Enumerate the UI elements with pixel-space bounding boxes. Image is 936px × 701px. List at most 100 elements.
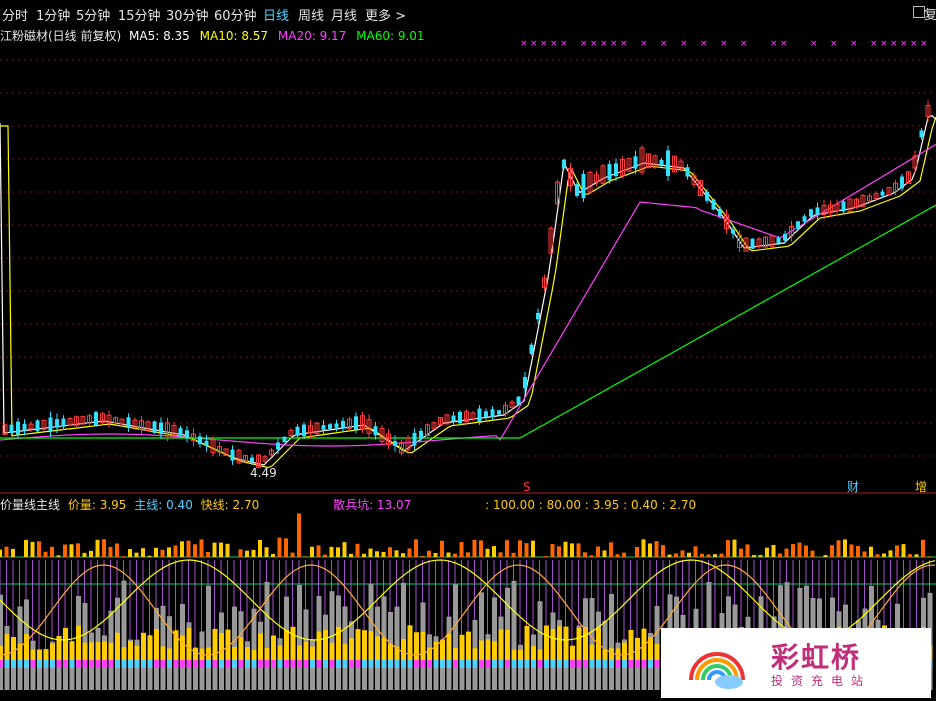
flow-bar bbox=[225, 660, 231, 668]
flow-bar bbox=[251, 660, 257, 668]
candle-body bbox=[919, 130, 924, 138]
flow-bar bbox=[427, 660, 432, 668]
strength-bar bbox=[115, 632, 120, 660]
flow-bar bbox=[440, 660, 445, 668]
flow-bar bbox=[284, 660, 289, 668]
sub-title: 价量线主线 bbox=[0, 498, 61, 512]
flow-bar bbox=[63, 660, 68, 668]
strength-bar bbox=[628, 629, 634, 660]
flow-bar bbox=[24, 660, 29, 668]
candle-body bbox=[718, 208, 722, 217]
candle-body bbox=[796, 221, 800, 229]
flow-bar bbox=[180, 660, 185, 668]
strength-bar bbox=[303, 641, 309, 660]
flow-bar bbox=[537, 660, 543, 668]
strength-bar bbox=[121, 647, 127, 660]
strength-bar bbox=[290, 626, 296, 660]
candle-body bbox=[575, 184, 579, 196]
strength-bar bbox=[232, 647, 237, 660]
flow-bar bbox=[336, 660, 341, 668]
candle-body bbox=[9, 424, 14, 434]
strength-bar bbox=[466, 631, 471, 660]
strength-bar bbox=[589, 644, 595, 660]
flow-bar bbox=[466, 660, 471, 668]
flow-bar bbox=[368, 660, 374, 668]
strength-bar bbox=[37, 649, 42, 660]
strength-bar bbox=[160, 646, 166, 660]
strength-bar bbox=[453, 647, 458, 660]
signal-mark: × bbox=[770, 39, 778, 49]
strength-bar bbox=[316, 631, 322, 660]
signal-mark: × bbox=[580, 39, 588, 49]
strength-bar bbox=[446, 633, 452, 660]
flow-bar bbox=[407, 660, 413, 668]
increase-marker[interactable]: 增 bbox=[915, 480, 927, 494]
signal-mark: × bbox=[830, 39, 838, 49]
strength-bar bbox=[258, 633, 263, 660]
candle-body bbox=[198, 436, 202, 445]
flow-bar bbox=[589, 660, 595, 668]
candle-body bbox=[185, 430, 189, 439]
strength-bar bbox=[349, 638, 354, 660]
flow-bar bbox=[193, 660, 198, 668]
signal-mark: × bbox=[870, 39, 878, 49]
strength-bar bbox=[511, 649, 517, 660]
stock-chart[interactable]: × × × × × × × × × × × × × × × × × × × × × × × × × × × 4.49 S 财 增 bbox=[0, 0, 936, 701]
flow-bar bbox=[635, 660, 640, 668]
signal-mark: × bbox=[850, 39, 858, 49]
candle-body bbox=[581, 173, 586, 199]
candle-body bbox=[523, 376, 527, 389]
flow-bar bbox=[4, 660, 10, 668]
flow-bar bbox=[375, 660, 380, 668]
flow-bar bbox=[95, 660, 101, 668]
candle-body bbox=[477, 408, 482, 422]
candle-body bbox=[55, 419, 59, 428]
candle-body bbox=[497, 410, 501, 415]
flow-bar bbox=[596, 660, 601, 668]
candle-body bbox=[666, 150, 670, 177]
candle-body bbox=[516, 396, 521, 405]
flow-bar bbox=[550, 660, 556, 668]
signal-mark: × bbox=[780, 39, 788, 49]
readout-values: : 100.00 : 80.00 : 3.95 : 0.40 : 2.70 bbox=[485, 498, 697, 512]
flow-bar bbox=[173, 660, 179, 668]
flow-bar bbox=[622, 660, 627, 668]
strength-bar bbox=[193, 647, 198, 660]
trend-bar bbox=[609, 593, 614, 690]
strength-bar bbox=[518, 649, 523, 660]
signal-mark: × bbox=[920, 39, 928, 49]
flow-bar bbox=[342, 660, 348, 668]
candle-body bbox=[880, 191, 885, 196]
flow-bar bbox=[303, 660, 309, 668]
candle-body bbox=[230, 449, 235, 461]
strength-bar bbox=[128, 640, 133, 660]
flow-bar bbox=[121, 660, 127, 668]
flow-bar bbox=[446, 660, 452, 668]
candle-body bbox=[809, 209, 813, 217]
strength-bar bbox=[102, 641, 107, 660]
strength-bar bbox=[95, 642, 101, 660]
candle-body bbox=[321, 425, 326, 430]
strength-bar bbox=[251, 649, 257, 660]
ma60-line bbox=[0, 204, 936, 439]
trend-bar bbox=[401, 582, 406, 690]
strength-bar bbox=[563, 626, 569, 660]
financial-marker[interactable]: 财 bbox=[847, 480, 859, 494]
flow-bar bbox=[167, 660, 172, 668]
strength-bar bbox=[24, 634, 29, 660]
flow-bar bbox=[82, 660, 88, 668]
strength-bar bbox=[167, 648, 172, 660]
strength-bar bbox=[472, 648, 478, 660]
flow-bar bbox=[219, 660, 224, 668]
signal-mark: × bbox=[550, 39, 558, 49]
flow-bar bbox=[641, 660, 647, 668]
flow-bar bbox=[609, 660, 614, 668]
flow-bar bbox=[557, 660, 562, 668]
signal-mark: × bbox=[910, 39, 918, 49]
candle-body bbox=[607, 164, 612, 181]
flow-bar bbox=[524, 660, 530, 668]
flow-bar bbox=[602, 660, 608, 668]
strength-bar bbox=[297, 645, 302, 660]
candle-body bbox=[334, 423, 339, 428]
signal-mark: × bbox=[700, 39, 708, 49]
